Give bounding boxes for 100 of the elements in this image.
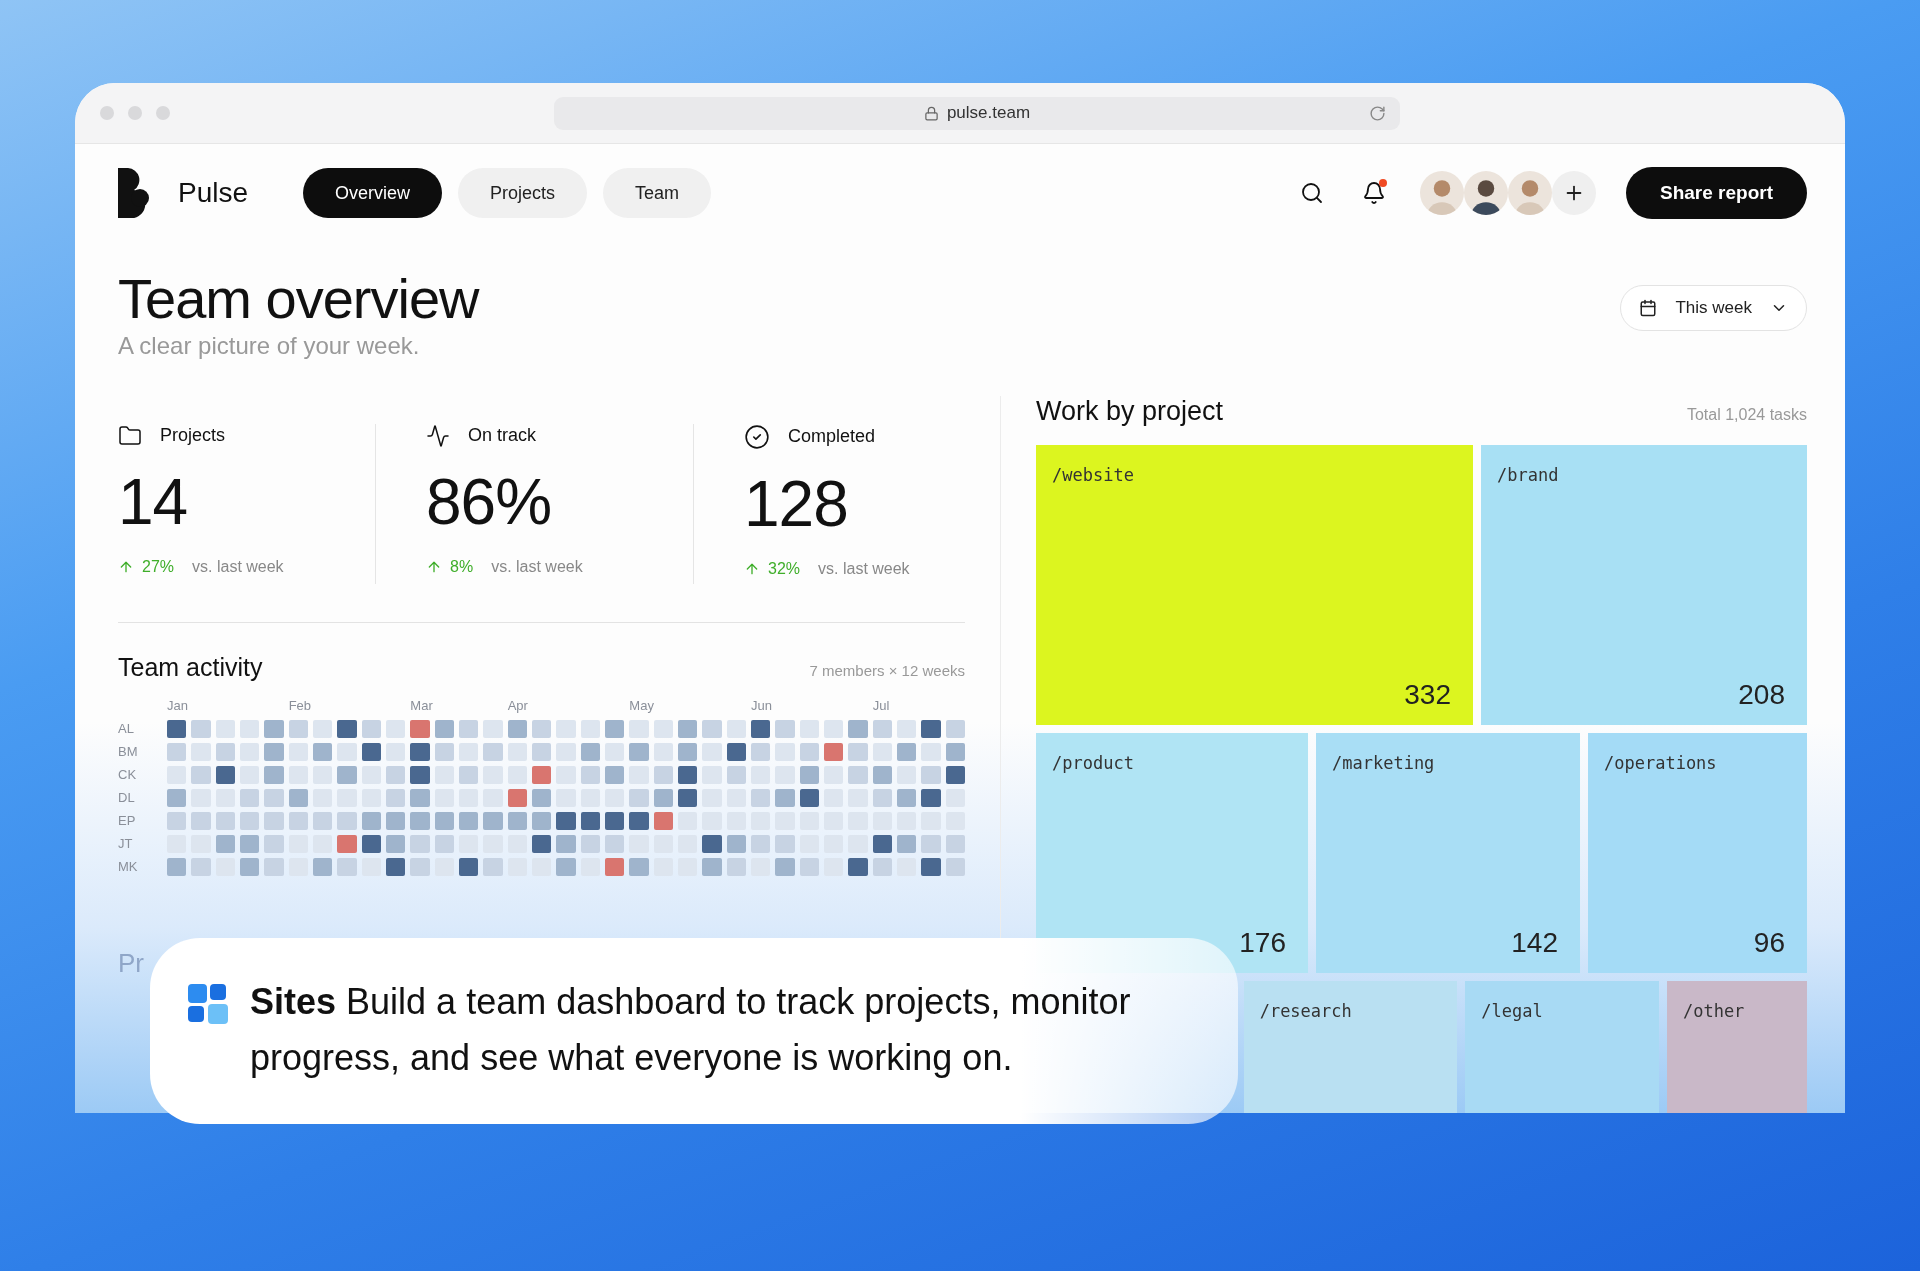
nav-tab[interactable]: Overview: [303, 168, 443, 218]
activity-cell: [240, 742, 260, 761]
activity-cell: [872, 834, 892, 853]
activity-cell: [240, 857, 260, 876]
activity-cell: [215, 765, 235, 784]
stat-change: 32%: [768, 559, 801, 578]
activity-cell: [191, 811, 211, 830]
activity-cell: [215, 742, 235, 761]
activity-cell: [605, 765, 625, 784]
member-label: DL: [118, 788, 136, 807]
activity-cell: [775, 857, 795, 876]
activity-cell: [945, 719, 965, 738]
activity-cell: [629, 719, 649, 738]
activity-cell: [872, 765, 892, 784]
activity-cell: [386, 719, 406, 738]
activity-cell: [921, 857, 941, 876]
activity-cell: [629, 788, 649, 807]
stat-value: 14: [118, 469, 189, 534]
activity-cell: [799, 857, 819, 876]
activity-cell: [702, 857, 722, 876]
project-name: /research: [1259, 1000, 1352, 1021]
month-label: May: [629, 697, 654, 713]
project-tile[interactable]: /other: [1666, 980, 1807, 1113]
activity-cell: [556, 857, 576, 876]
activity-cell: [240, 765, 260, 784]
address-bar[interactable]: pulse.team: [554, 96, 1400, 130]
activity-cell: [288, 788, 308, 807]
project-tile[interactable]: /operations 96: [1588, 732, 1807, 973]
activity-cell: [532, 719, 552, 738]
activity-cell: [872, 788, 892, 807]
stat-comparison: vs. last week: [192, 557, 284, 576]
activity-cell: [726, 765, 746, 784]
activity-cell: [410, 742, 430, 761]
activity-cell: [337, 811, 357, 830]
activity-cell: [897, 765, 917, 784]
activity-cell: [897, 834, 917, 853]
activity-cell: [386, 788, 406, 807]
stat-label: On track: [468, 425, 537, 447]
project-tile[interactable]: /marketing 142: [1316, 732, 1580, 973]
project-name: /other: [1682, 1000, 1745, 1021]
project-tile[interactable]: /brand 208: [1481, 444, 1807, 725]
activity-cell: [824, 742, 844, 761]
member-label: BM: [118, 742, 139, 761]
pulse-icon: [426, 423, 450, 448]
activity-cell: [337, 742, 357, 761]
activity-cell: [191, 765, 211, 784]
activity-cell: [386, 742, 406, 761]
activity-cell: [410, 811, 430, 830]
activity-cell: [897, 719, 917, 738]
activity-cell: [337, 834, 357, 853]
month-label: Mar: [410, 697, 433, 713]
activity-cell: [775, 719, 795, 738]
activity-cell: [507, 788, 527, 807]
activity-cell: [507, 811, 527, 830]
caption-text: Sites Build a team dashboard to track projects, monitor progress, and see what everyone is working on.: [250, 980, 1132, 1080]
activity-cell: [240, 719, 260, 738]
project-tile[interactable]: /legal: [1465, 980, 1659, 1113]
project-tile[interactable]: /research: [1243, 980, 1458, 1113]
activity-cell: [532, 742, 552, 761]
nav-tab[interactable]: Team: [603, 168, 712, 218]
activity-cell: [848, 742, 868, 761]
activity-cell: [386, 834, 406, 853]
stat-label: Completed: [788, 426, 876, 448]
activity-cell: [459, 742, 479, 761]
activity-cell: [288, 719, 308, 738]
activity-cell: [240, 788, 260, 807]
share-report-button[interactable]: Share report: [1626, 167, 1807, 219]
activity-cell: [434, 765, 454, 784]
member-label: MK: [118, 857, 139, 876]
stat-change: 27%: [142, 557, 175, 576]
activity-cell: [897, 742, 917, 761]
activity-cell: [215, 811, 235, 830]
activity-cell: [410, 765, 430, 784]
activity-cell: [361, 742, 381, 761]
activity-cell: [215, 719, 235, 738]
period-dropdown[interactable]: This week: [1620, 285, 1807, 331]
activity-cell: [726, 719, 746, 738]
project-tile[interactable]: /website 332: [1036, 444, 1473, 725]
project-tile[interactable]: /product 176: [1036, 732, 1308, 973]
avatar-icon[interactable]: [1464, 171, 1508, 215]
activity-cell: [483, 811, 503, 830]
section-meta: Total 1,024 tasks: [1686, 405, 1807, 424]
activity-cell: [264, 788, 284, 807]
activity-cell: [702, 742, 722, 761]
reload-icon[interactable]: [1369, 104, 1386, 122]
activity-cell: [605, 742, 625, 761]
add-member-button[interactable]: [1552, 171, 1596, 215]
activity-cell: [264, 742, 284, 761]
activity-cell: [751, 765, 771, 784]
activity-cell: [605, 857, 625, 876]
activity-cell: [799, 719, 819, 738]
section-title: Team activity: [118, 652, 263, 682]
nav-tab[interactable]: Projects: [458, 168, 588, 218]
activity-cell: [459, 765, 479, 784]
month-label: Feb: [288, 697, 312, 713]
activity-cell: [945, 742, 965, 761]
activity-cell: [532, 811, 552, 830]
activity-cell: [434, 811, 454, 830]
member-label: JT: [118, 834, 134, 853]
activity-cell: [410, 719, 430, 738]
